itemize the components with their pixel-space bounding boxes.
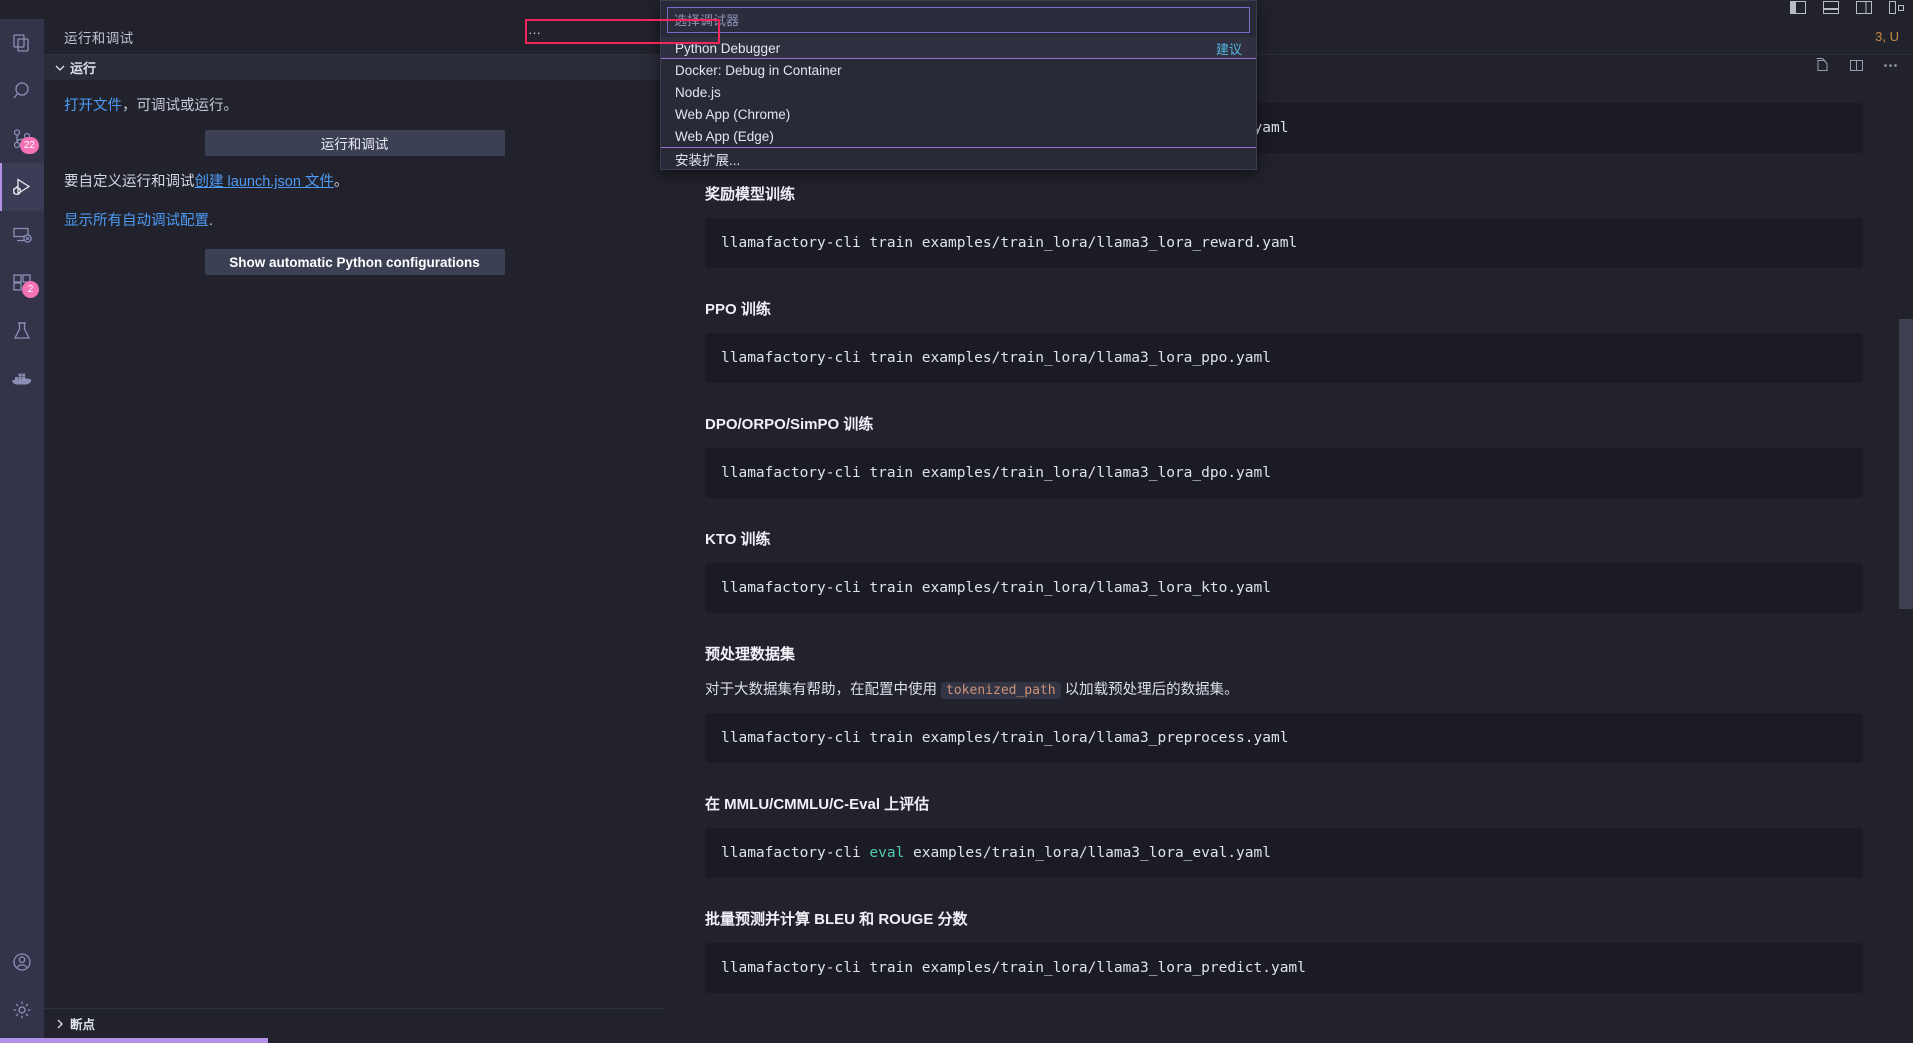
activitybar-item-manage[interactable] [0,986,44,1034]
customize-line: 要自定义运行和调试创建 launch.json 文件。 [64,170,645,195]
activitybar-item-search[interactable] [0,67,44,115]
activitybar-item-extensions[interactable]: 2 [0,259,44,307]
quickpick-list: Python Debugger 建议 Docker: Debug in Cont… [661,37,1256,169]
quickpick-item-label: Web App (Edge) [675,129,774,144]
md-heading-ppo: PPO 训练 [705,298,1863,319]
quickpick-item-nodejs[interactable]: Node.js [661,81,1256,103]
quickpick-item-label: 安装扩展... [675,149,740,169]
run-and-debug-button[interactable]: 运行和调试 [205,130,505,156]
preview-scrollbar[interactable] [1899,319,1913,609]
md-heading-eval: 在 MMLU/CMMLU/C-Eval 上评估 [705,793,1863,814]
sidebar-section-run[interactable]: 运行 [44,54,665,80]
activitybar-item-testing[interactable] [0,307,44,355]
toggle-primary-sidebar-icon[interactable] [1790,1,1806,14]
customize-prefix: 要自定义运行和调试 [64,174,195,190]
activitybar-item-explorer[interactable] [0,19,44,67]
quickpick-item-hint: 建议 [1216,39,1242,58]
activitybar-item-docker[interactable] [0,355,44,403]
run-and-debug-sidebar: 运行和调试 运行 打开文件，可调试或运行。 运行和调试 要自定义运行和调试创建 … [44,19,665,1038]
md-heading-preprocess: 预处理数据集 [705,643,1863,664]
chevron-down-icon [52,60,68,76]
markdown-preview: 多模态指令监督微调 llamafactory-cli train example… [665,81,1913,1043]
quickpick-item-python-debugger[interactable]: Python Debugger 建议 [661,37,1256,59]
account-icon [11,951,33,973]
md-heading-dpo: DPO/ORPO/SimPO 训练 [705,413,1863,434]
toggle-panel-icon[interactable] [1823,1,1839,14]
quickpick-item-web-app-edge[interactable]: Web App (Edge) [661,125,1256,147]
activitybar-item-source-control[interactable]: 22 [0,115,44,163]
status-bar-accent [0,1038,268,1043]
md-code-preprocess: llamafactory-cli train examples/train_lo… [705,713,1863,763]
md-paragraph-before: 对于大数据集有帮助，在配置中使用 [705,682,941,698]
open-file-link[interactable]: 打开文件 [64,98,122,114]
md-paragraph-preprocess: 对于大数据集有帮助，在配置中使用 tokenized_path 以加载预处理后的… [705,678,1863,699]
vscode-window: 22 2 [0,0,1913,1043]
quickpick-dots: ··· [528,25,541,40]
md-code-kto: llamafactory-cli train examples/train_lo… [705,563,1863,613]
breakpoints-label: 断点 [70,1014,95,1033]
show-autodebug-line: 显示所有自动调试配置. [64,209,645,234]
md-inline-code-tokenized-path: tokenized_path [941,682,1061,699]
docker-icon [10,368,34,390]
create-launch-json-link[interactable]: 创建 launch.json 文件 [195,174,334,190]
beaker-icon [11,320,33,342]
md-paragraph-after: 以加载预处理后的数据集。 [1061,682,1239,698]
editor-tabbar-status-label: 3, U [1875,29,1899,44]
show-all-autodebug-link[interactable]: 显示所有自动调试配置 [64,213,209,229]
quickpick-item-label: Docker: Debug in Container [675,63,842,78]
gear-icon [11,999,33,1021]
status-bar [0,1038,1913,1043]
customize-layout-icon[interactable] [1889,1,1905,14]
open-file-rest: ，可调试或运行。 [122,98,238,114]
files-icon [11,32,33,54]
md-heading-kto: KTO 训练 [705,528,1863,549]
customize-suffix: 。 [334,174,349,190]
md-code-keyword-eval: eval [869,845,904,861]
editor-area: _sft.yaml M 预览 README_zh.md ✕ convert.py… [665,19,1913,1043]
quickpick-item-label: Node.js [675,85,721,100]
md-code-ppo: llamafactory-cli train examples/train_lo… [705,333,1863,383]
activitybar-item-remote-explorer[interactable] [0,211,44,259]
md-code-dpo: llamafactory-cli train examples/train_lo… [705,448,1863,498]
activitybar-item-run-and-debug[interactable] [0,163,44,211]
source-control-badge: 22 [20,137,39,154]
quickpick-item-docker[interactable]: Docker: Debug in Container [661,59,1256,81]
md-heading-predict: 批量预测并计算 BLEU 和 ROUGE 分数 [705,908,1863,929]
search-icon [11,80,33,102]
layout-controls [1790,1,1905,14]
remote-explorer-icon [11,224,33,246]
debugger-quick-pick: Python Debugger 建议 Docker: Debug in Cont… [660,0,1257,170]
toggle-secondary-sidebar-icon[interactable] [1856,1,1872,14]
quickpick-input-wrapper [661,1,1256,37]
chevron-right-icon [52,1016,68,1032]
quickpick-item-install-extension[interactable]: 安装扩展... [661,147,1256,169]
md-code-reward: llamafactory-cli train examples/train_lo… [705,218,1863,268]
extensions-badge: 2 [22,281,39,298]
preview-content: 多模态指令监督微调 llamafactory-cli train example… [705,81,1863,993]
md-code-eval: llamafactory-cli eval examples/train_lor… [705,828,1863,878]
quickpick-item-label: Web App (Chrome) [675,107,790,122]
activity-bar: 22 2 [0,19,44,1038]
run-debug-icon [10,175,34,199]
sidebar-body: 打开文件，可调试或运行。 运行和调试 要自定义运行和调试创建 launch.js… [44,80,665,275]
breakpoints-section[interactable]: 断点 [44,1008,665,1038]
more-actions-icon[interactable] [1882,57,1899,79]
md-heading-reward: 奖励模型训练 [705,183,1863,204]
open-file-line: 打开文件，可调试或运行。 [64,94,645,119]
editor-tabbar-status: 3, U [1875,19,1913,54]
quickpick-input[interactable] [667,7,1250,33]
sidebar-title: 运行和调试 [44,19,665,54]
quickpick-item-web-app-chrome[interactable]: Web App (Chrome) [661,103,1256,125]
activitybar-item-accounts[interactable] [0,938,44,986]
show-all-autodebug-suffix: . [209,213,213,229]
show-python-configs-button[interactable]: Show automatic Python configurations [205,249,505,275]
split-editor-icon[interactable] [1848,57,1865,79]
md-code-predict: llamafactory-cli train examples/train_lo… [705,943,1863,993]
sidebar-section-run-label: 运行 [70,58,96,77]
quickpick-item-label: Python Debugger [675,41,780,56]
open-source-icon[interactable] [1814,57,1831,79]
